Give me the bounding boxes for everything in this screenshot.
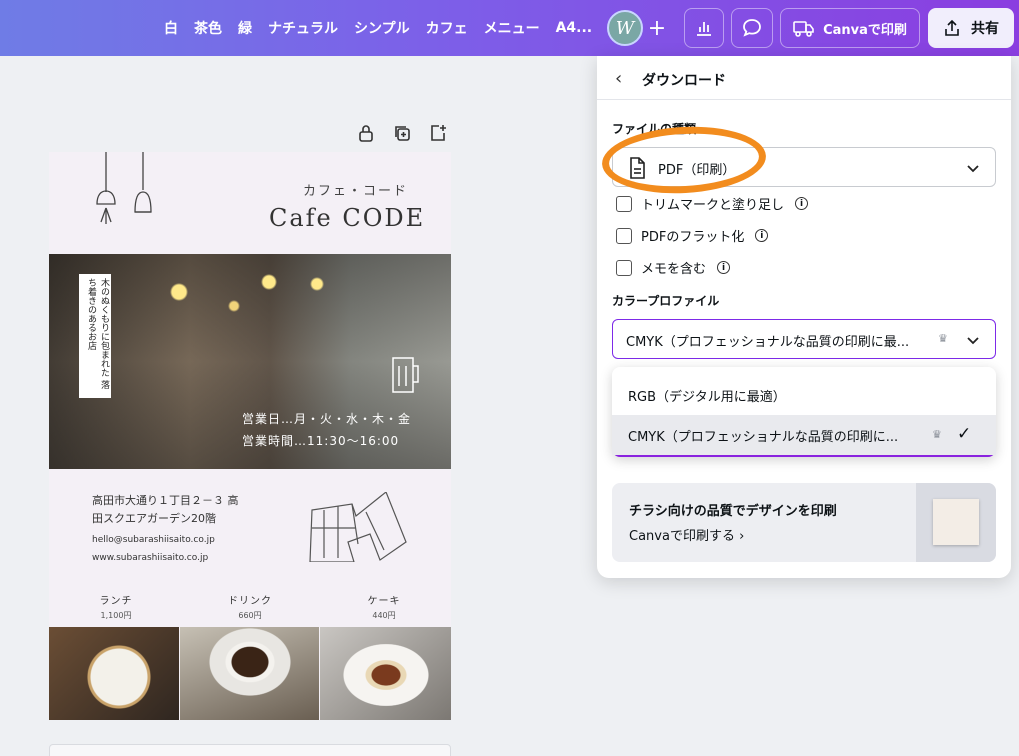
address-line-2: 田スクエアガーデン20階 [92,512,216,525]
canva-print-button[interactable]: Canvaで印刷 [780,8,920,48]
cafe-interior-photo: 木のぬくもりに包まれた 落ち着きのあるお店 営業日…月・火・水・木・金 営業時間… [49,254,451,469]
flyer-thumbnail [933,499,979,545]
chevron-down-icon [967,165,979,173]
share-icon [945,19,959,36]
panel-title: ダウンロード [642,73,726,89]
menu-lunch-name: ランチ [99,596,133,607]
tag[interactable]: 緑 [238,18,252,38]
crown-icon: ♛ [938,332,948,345]
rgb-option-label: RGB（デジタル用に最適） [628,390,786,405]
promo-title: チラシ向けの品質でデザインを印刷 [629,504,837,519]
flatten-pdf-label: PDFのフラット化 [641,230,745,245]
business-days: 営業日…月・火・水・木・金 [242,412,412,426]
user-avatar[interactable]: W [607,10,643,46]
avatar-letter: W [615,17,635,39]
menu-drink-name: ドリンク [228,596,272,607]
info-icon[interactable]: i [795,197,809,210]
color-profile-value: CMYK（プロフェッショナルな品質の印刷に最... [626,335,910,350]
lunch-photo [49,627,179,720]
share-button[interactable]: 共有 [928,8,1014,48]
cmyk-option-label: CMYK（プロフェッショナルな品質の印刷に... [628,430,899,445]
include-notes-option[interactable]: メモを含む i [616,258,731,277]
promo-image [916,483,996,562]
promo-link-label: Canvaで印刷する [629,529,735,544]
design-tags: 白 茶色 緑 ナチュラル シンプル カフェ メニュー A4... [164,0,608,56]
coffee-photo [180,627,319,720]
address-line-1: 高田市大通り１丁目２－３ 高 [92,494,239,507]
back-chevron-icon[interactable]: ‹ [615,68,622,89]
color-profile-label: カラープロファイル [612,294,720,308]
page-tools [355,122,449,144]
trim-marks-label: トリムマークと塗り足し [641,198,785,213]
chevron-right-icon: › [739,529,745,544]
cake-photo [320,627,451,720]
design-header: カフェ・コード Cafe CODE [49,152,451,254]
info-icon[interactable]: i [717,261,731,274]
print-promo-card[interactable]: チラシ向けの品質でデザインを印刷 Canvaで印刷する › [612,483,996,562]
file-type-value: PDF（印刷） [658,163,736,178]
tag[interactable]: A4... [556,20,593,36]
chevron-down-icon [967,337,979,345]
file-type-select[interactable]: PDF（印刷） [612,147,996,187]
truck-icon [793,21,814,37]
color-profile-select[interactable]: CMYK（プロフェッショナルな品質の印刷に最... ♛ [612,319,996,359]
comment-button[interactable] [731,8,773,48]
menu-cake-name: ケーキ [367,596,401,607]
design-page[interactable]: カフェ・コード Cafe CODE 木のぬくもりに包まれた 落ち着きのあるお店 … [49,152,451,720]
trim-marks-checkbox[interactable] [616,195,632,212]
document-icon [630,157,645,179]
download-panel: ‹ ダウンロード ファイルの種類 PDF（印刷） トリムマークと塗り足し i P… [597,56,1011,578]
panel-header: ‹ ダウンロード [597,56,1011,100]
pendant-lamps-illustration [96,152,152,224]
lock-icon[interactable] [355,122,377,144]
crown-icon: ♛ [932,428,942,441]
print-label: Canvaで印刷 [823,22,907,38]
next-page-preview[interactable] [49,744,451,756]
tag[interactable]: 白 [164,18,178,38]
include-notes-checkbox[interactable] [616,259,632,276]
menu-cake-price: 440円 [372,611,396,620]
include-notes-label: メモを含む [641,262,707,277]
info-icon[interactable]: i [755,229,769,242]
add-collaborator-button[interactable]: + [641,10,673,46]
plus-icon: + [647,15,667,41]
email-text: hello@subarashiisaito.co.jp [92,535,215,545]
add-page-icon[interactable] [427,122,449,144]
cmyk-option[interactable]: CMYK（プロフェッショナルな品質の印刷に... ♛ ✓ [612,415,996,455]
tagline-text: 木のぬくもりに包まれた 落ち着きのあるお店 [86,278,109,389]
top-bar: 白 茶色 緑 ナチュラル シンプル カフェ メニュー A4... W + Can… [0,0,1019,56]
checkmark-icon: ✓ [957,424,972,444]
tag[interactable]: シンプル [354,18,410,38]
menu-drink-price: 660円 [238,611,262,620]
promo-link[interactable]: Canvaで印刷する › [629,525,744,544]
file-type-label: ファイルの種類 [612,122,697,136]
duplicate-page-icon[interactable] [391,122,413,144]
rgb-option[interactable]: RGB（デジタル用に最適） [612,375,996,415]
menu-lunch-price: 1,100円 [100,611,132,620]
beer-mug-icon [392,357,419,393]
cafe-title: Cafe CODE [269,204,426,232]
tag[interactable]: ナチュラル [268,18,338,38]
business-hours: 営業時間…11:30〜16:00 [242,434,400,448]
map-illustration [309,492,407,562]
trim-marks-option[interactable]: トリムマークと塗り足し i [616,194,809,213]
color-profile-dropdown: RGB（デジタル用に最適） CMYK（プロフェッショナルな品質の印刷に... ♛… [612,367,996,457]
cafe-subtitle: カフェ・コード [303,184,409,199]
flatten-pdf-option[interactable]: PDFのフラット化 i [616,226,769,245]
bar-chart-icon [697,22,711,36]
website-text: www.subarashiisaito.co.jp [92,553,209,563]
tag[interactable]: 茶色 [194,18,222,38]
tag[interactable]: カフェ [426,18,468,38]
insights-button[interactable] [684,8,724,48]
share-label: 共有 [971,21,999,37]
comment-icon [743,19,761,37]
tag[interactable]: メニュー [484,18,540,38]
flatten-pdf-checkbox[interactable] [616,227,632,244]
